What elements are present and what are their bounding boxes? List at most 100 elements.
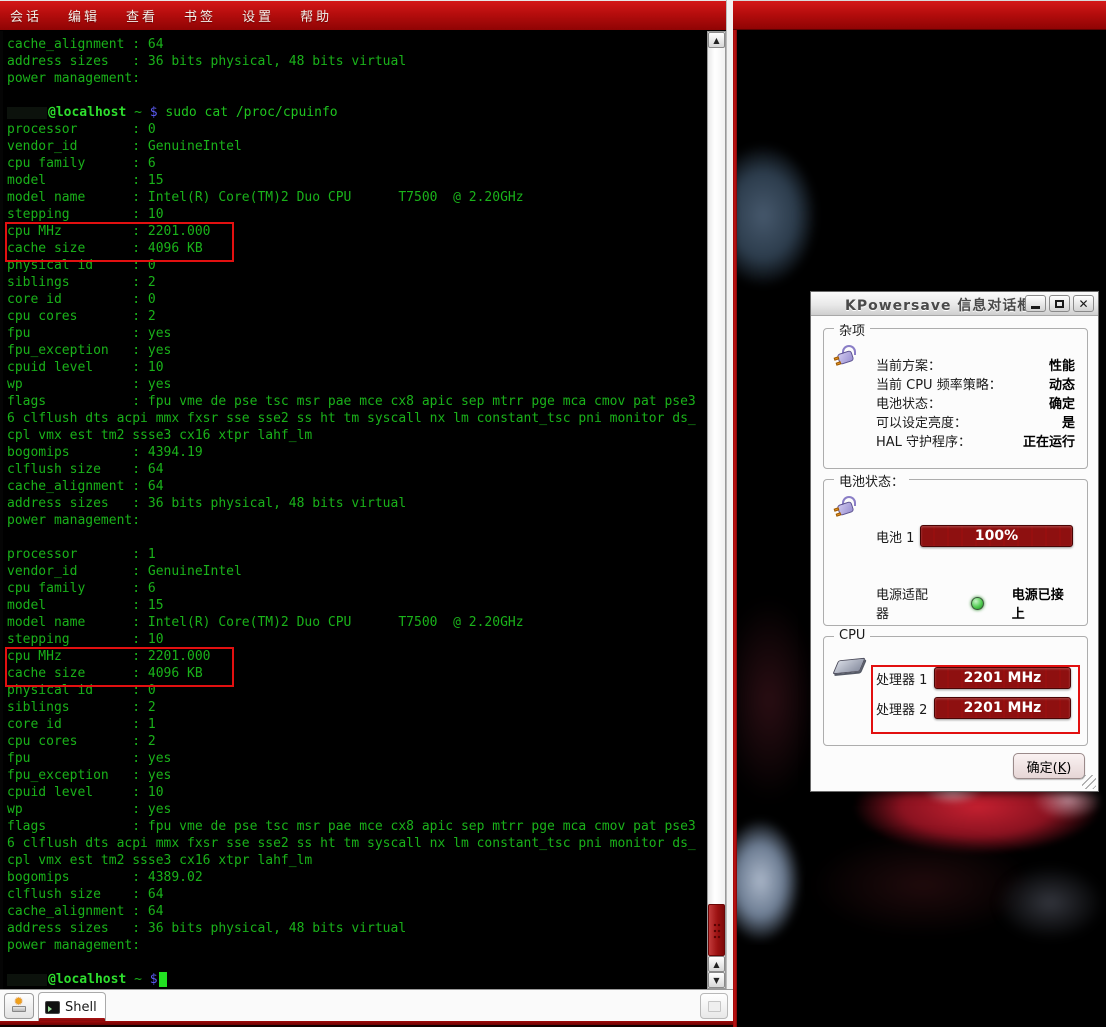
misc-row-label: 电池状态： xyxy=(876,395,941,414)
konsole-tabbar: ✹ Shell xyxy=(0,989,733,1021)
battery-percent: 100% xyxy=(975,528,1018,544)
terminal-line: 6 clflush dts acpi mmx fxsr sse sse2 ss … xyxy=(7,410,696,427)
terminal-line: fpu_exception : yes xyxy=(7,342,696,359)
terminal-line: power management: xyxy=(7,70,696,87)
terminal-line: siblings : 2 xyxy=(7,274,696,291)
misc-row-0: 当前方案： 性能 xyxy=(876,357,1075,376)
menu-item-5[interactable]: 帮助 xyxy=(300,6,332,25)
censored-username xyxy=(7,107,47,119)
cpu-legend: CPU xyxy=(834,628,870,643)
menu-item-0[interactable]: 会话 xyxy=(10,6,42,25)
misc-row-value: 性能 xyxy=(1049,357,1075,376)
terminal-line: wp : yes xyxy=(7,376,696,393)
terminal-line: cpl vmx est tm2 ssse3 cx16 xtpr lahf_lm xyxy=(7,852,696,869)
close-button[interactable]: ✕ xyxy=(1073,295,1094,312)
down-arrow-icon: ▼ xyxy=(713,976,719,985)
terminal-line: bogomips : 4389.02 xyxy=(7,869,696,886)
detach-session-button[interactable] xyxy=(700,993,728,1019)
terminal-line: stepping : 10 xyxy=(7,631,696,648)
terminal-scrollbar[interactable]: ▲ ▲ ▼ xyxy=(707,31,726,989)
konsole-window: 会话编辑查看书签设置帮助 cache_alignment : 64address… xyxy=(0,0,733,1027)
terminal-line: model name : Intel(R) Core(TM)2 Duo CPU … xyxy=(7,614,696,631)
ok-accel-key: K xyxy=(1058,761,1067,776)
photo-gray-object xyxy=(973,850,1106,955)
terminal-line: fpu : yes xyxy=(7,325,696,342)
kpowersave-dialog: KPowersave 信息对话框 ✕ 杂项 当前方案：性能当前 CPU 频率策略… xyxy=(810,291,1099,792)
misc-row-3: 可以设定亮度：是 xyxy=(876,414,1075,433)
up-arrow-icon: ▲ xyxy=(713,36,719,45)
terminal-line: address sizes : 36 bits physical, 48 bit… xyxy=(7,920,696,937)
minimize-button[interactable] xyxy=(1025,295,1046,312)
misc-row-1: 当前 CPU 频率策略：动态 xyxy=(876,376,1075,395)
terminal-line: cache_alignment : 64 xyxy=(7,478,696,495)
terminal-prompt-line: @localhost ~ $ xyxy=(7,971,696,988)
scrollbar-track[interactable] xyxy=(708,48,725,956)
scroll-down-button[interactable]: ▼ xyxy=(708,972,725,988)
highlight-box-cpu-freq xyxy=(871,665,1080,734)
power-plug-icon xyxy=(834,345,860,367)
misc-row-4: HAL 守护程序：正在运行 xyxy=(876,433,1075,452)
menu-item-2[interactable]: 查看 xyxy=(126,6,158,25)
video-window-left-border xyxy=(733,30,737,1027)
misc-row-value: 确定 xyxy=(1049,395,1075,414)
tab-shell[interactable]: Shell xyxy=(38,992,106,1022)
adapter-label: 电源适配器 xyxy=(876,584,937,622)
terminal-line: clflush size : 64 xyxy=(7,461,696,478)
scroll-up-button-bottom[interactable]: ▲ xyxy=(708,956,725,972)
thumb-grip-icon xyxy=(713,923,721,939)
misc-row-label: 当前方案： xyxy=(876,357,941,376)
maximize-button[interactable] xyxy=(1049,295,1070,312)
terminal-line: cache_alignment : 64 xyxy=(7,903,696,920)
terminal-line: model : 15 xyxy=(7,597,696,614)
misc-rows: 当前方案： 性能当前 CPU 频率策略：动态电池状态： 确定可以设定亮度：是HAL … xyxy=(876,357,1075,452)
terminal-line: wp : yes xyxy=(7,801,696,818)
censored-username xyxy=(7,974,47,986)
resize-grip[interactable] xyxy=(1082,775,1096,789)
video-window-titlebar[interactable] xyxy=(733,0,1106,30)
battery-plug-icon xyxy=(834,496,860,518)
terminal-line xyxy=(7,87,696,104)
battery-row: 电池 1 100% xyxy=(876,524,1073,548)
terminal-line: processor : 1 xyxy=(7,546,696,563)
konsole-menubar: 会话 编辑 查看 书签 设置 帮助 xyxy=(0,0,726,30)
terminal-line: flags : fpu vme de pse tsc msr pae mce c… xyxy=(7,818,696,835)
terminal-line: power management: xyxy=(7,512,696,529)
misc-row-label: 可以设定亮度： xyxy=(876,414,967,433)
ok-label: 确定( xyxy=(1027,761,1058,776)
terminal-line: address sizes : 36 bits physical, 48 bit… xyxy=(7,495,696,512)
terminal-cursor xyxy=(159,972,167,987)
terminal-line: model name : Intel(R) Core(TM)2 Duo CPU … xyxy=(7,189,696,206)
menu-item-4[interactable]: 设置 xyxy=(242,6,274,25)
adapter-led-icon xyxy=(971,597,983,610)
scroll-up-button[interactable]: ▲ xyxy=(708,32,725,48)
terminal-prompt-line: @localhost ~ $ sudo cat /proc/cpuinfo xyxy=(7,104,696,121)
highlight-box-cpu1 xyxy=(5,647,234,687)
menu-item-3[interactable]: 书签 xyxy=(184,6,216,25)
highlight-box-cpu0 xyxy=(5,222,234,262)
terminal-line: core id : 1 xyxy=(7,716,696,733)
terminal-line: stepping : 10 xyxy=(7,206,696,223)
dialog-title: KPowersave 信息对话框 xyxy=(845,295,1032,315)
terminal-icon xyxy=(45,1001,60,1014)
battery-label: 电池 1 xyxy=(876,527,920,546)
terminal-line: vendor_id : GenuineIntel xyxy=(7,563,696,580)
terminal-line: processor : 0 xyxy=(7,121,696,138)
terminal-text: cache_alignment : 64address sizes : 36 b… xyxy=(7,36,696,988)
ok-button[interactable]: 确定(K) xyxy=(1013,753,1085,779)
terminal-line: cpuid level : 10 xyxy=(7,359,696,376)
close-icon: ✕ xyxy=(1078,298,1088,310)
minimize-icon xyxy=(1031,306,1040,309)
terminal-line: fpu : yes xyxy=(7,750,696,767)
battery-groupbox: 电池状态： 电池 1 100% 电源适配器 电源已接上 xyxy=(823,479,1088,626)
misc-row-2: 电池状态： 确定 xyxy=(876,395,1075,414)
scrollbar-thumb[interactable] xyxy=(708,904,725,956)
tab-shell-label: Shell xyxy=(65,1000,97,1015)
konsole-right-frame xyxy=(726,0,733,1021)
misc-groupbox: 杂项 当前方案：性能当前 CPU 频率策略：动态电池状态：确定可以设定亮度：是H… xyxy=(823,328,1088,469)
terminal-view[interactable]: cache_alignment : 64address sizes : 36 b… xyxy=(0,31,708,989)
dialog-titlebar[interactable]: KPowersave 信息对话框 ✕ xyxy=(811,292,1098,316)
detach-icon xyxy=(708,1001,721,1012)
menu-item-1[interactable]: 编辑 xyxy=(68,6,100,25)
cpu-chip-icon xyxy=(832,658,865,675)
new-session-button[interactable]: ✹ xyxy=(4,993,34,1019)
